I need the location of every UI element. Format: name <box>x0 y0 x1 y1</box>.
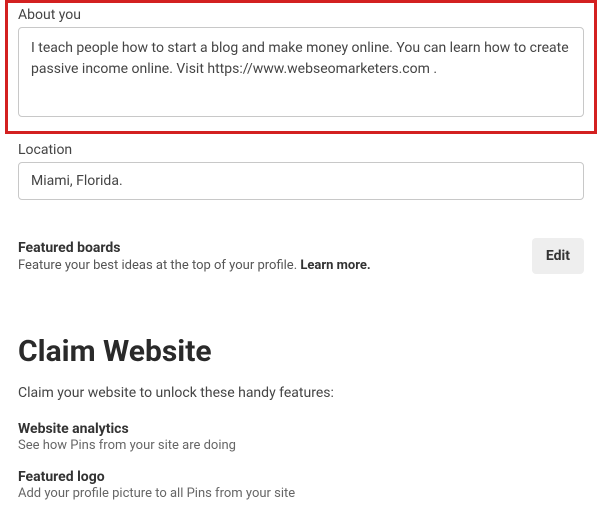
location-input[interactable] <box>18 162 584 200</box>
location-section: Location <box>0 142 602 200</box>
about-label: About you <box>18 7 584 23</box>
claim-website-desc: Claim your website to unlock these handy… <box>18 385 584 401</box>
feature-title: Website analytics <box>18 421 584 437</box>
feature-desc: Add your profile picture to all Pins fro… <box>18 486 584 501</box>
claim-website-section: Claim Website Claim your website to unlo… <box>0 334 602 501</box>
featured-boards-title: Featured boards <box>18 240 532 256</box>
feature-desc: See how Pins from your site are doing <box>18 438 584 453</box>
claim-website-heading: Claim Website <box>18 334 584 369</box>
about-you-section: About you <box>5 0 597 134</box>
featured-boards-desc: Feature your best ideas at the top of yo… <box>18 258 300 273</box>
about-textarea[interactable] <box>18 27 584 117</box>
featured-boards-text: Featured boards Feature your best ideas … <box>18 240 532 273</box>
learn-more-link[interactable]: Learn more. <box>300 258 370 273</box>
feature-website-analytics: Website analytics See how Pins from your… <box>18 421 584 453</box>
feature-featured-logo: Featured logo Add your profile picture t… <box>18 469 584 501</box>
featured-boards-subtitle: Feature your best ideas at the top of yo… <box>18 258 532 273</box>
feature-title: Featured logo <box>18 469 584 485</box>
featured-boards-section: Featured boards Feature your best ideas … <box>0 238 602 274</box>
edit-button[interactable]: Edit <box>532 238 584 274</box>
location-label: Location <box>18 142 584 158</box>
